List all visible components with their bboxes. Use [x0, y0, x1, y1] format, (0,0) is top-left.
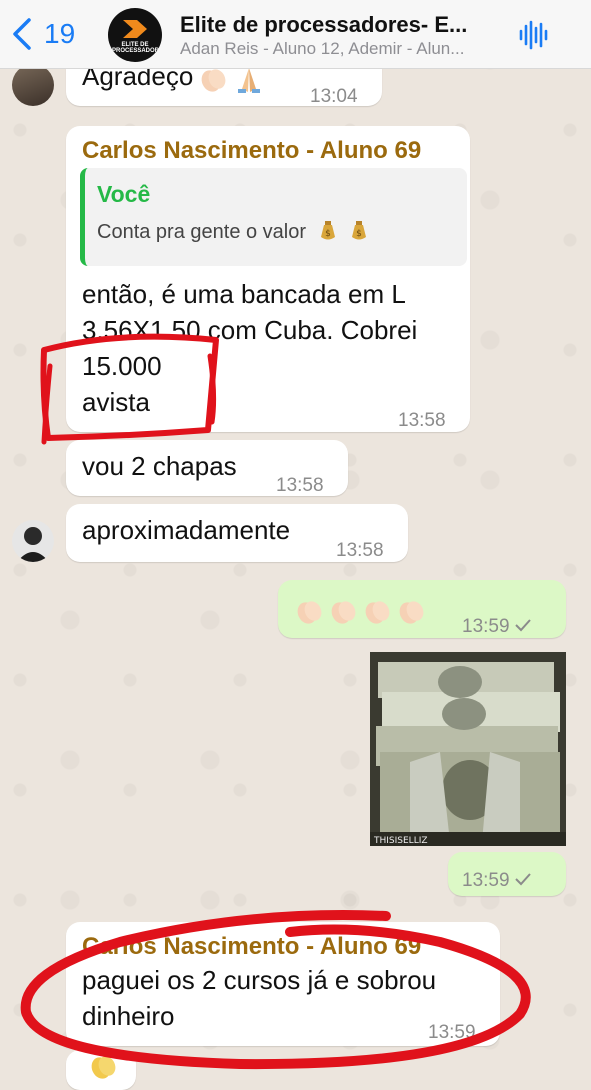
sender-name[interactable]: Carlos Nascimento - Aluno 69 [82, 132, 421, 169]
image-message[interactable]: THISISELLIZ [370, 652, 566, 846]
message-bubble[interactable]: vou 2 chapas 13:58 [66, 440, 348, 496]
message-bubble[interactable]: aproximadamente 13:58 [66, 504, 408, 562]
message-time: 13:59 [462, 608, 532, 645]
message-bubble[interactable]: Carlos Nascimento - Aluno 69 Você Conta … [66, 126, 470, 432]
sender-name[interactable]: Carlos Nascimento - Aluno 69 [82, 928, 421, 965]
chevron-left-icon [13, 18, 31, 50]
svg-text:$: $ [325, 229, 331, 239]
logo-arrow-icon [123, 20, 147, 38]
message-time: 13:04 [310, 86, 358, 107]
message-line: avista [82, 387, 150, 417]
message-time: 13:59 [462, 862, 532, 899]
money-bag-icon: $ [320, 221, 335, 240]
money-image: THISISELLIZ [370, 652, 566, 846]
outgoing-message-bubble[interactable]: 13:59 [278, 580, 566, 638]
money-bag-icon: $ [352, 221, 367, 240]
chat-members[interactable]: Adan Reis - Aluno 12, Ademir - Alun... [180, 39, 500, 59]
sent-check-icon [514, 873, 531, 886]
quoted-message[interactable]: Você Conta pra gente o valor $ $ [80, 168, 467, 266]
sent-check-icon [514, 619, 531, 632]
chat-header: 19 ELITE DE PROCESSADORES Elite de proce… [0, 0, 591, 69]
message-line: dinheiro [82, 1001, 175, 1031]
avatar[interactable] [12, 520, 54, 562]
message-line: paguei os 2 cursos já e sobrou [82, 965, 437, 995]
message-line: 15.000 [82, 351, 162, 381]
quote-text: Conta pra gente o valor $ $ [97, 218, 369, 246]
svg-text:$: $ [356, 229, 362, 239]
message-bubble[interactable] [66, 1050, 136, 1090]
back-button[interactable]: 19 [10, 14, 75, 54]
quote-author: Você [97, 181, 151, 207]
message-time: 13:58 [276, 475, 324, 496]
group-avatar[interactable]: ELITE DE PROCESSADORES [108, 8, 162, 62]
logo-text: ELITE DE PROCESSADORES [112, 42, 162, 54]
chat-title[interactable]: Elite de processadores- E... [180, 12, 500, 38]
unread-count: 19 [44, 18, 76, 49]
message-line: 3.56X1.50 com Cuba. Cobrei [82, 315, 418, 345]
clap-emojis [294, 592, 430, 629]
message-text: aproximadamente [82, 515, 291, 545]
image-watermark: THISISELLIZ [373, 836, 428, 846]
message-time: 13:59 [428, 1022, 476, 1043]
avatar[interactable] [12, 64, 54, 106]
message-time: 13:58 [398, 410, 446, 431]
clap-emoji [91, 1056, 116, 1079]
message-line: então, é uma bancada em L [82, 279, 406, 309]
message-text: vou 2 chapas [82, 451, 237, 481]
message-bubble[interactable]: Carlos Nascimento - Aluno 69 paguei os 2… [66, 922, 500, 1046]
message-time: 13:58 [336, 540, 384, 561]
audio-call-icon[interactable] [518, 20, 548, 50]
outgoing-time-bubble[interactable]: 13:59 [448, 852, 566, 896]
